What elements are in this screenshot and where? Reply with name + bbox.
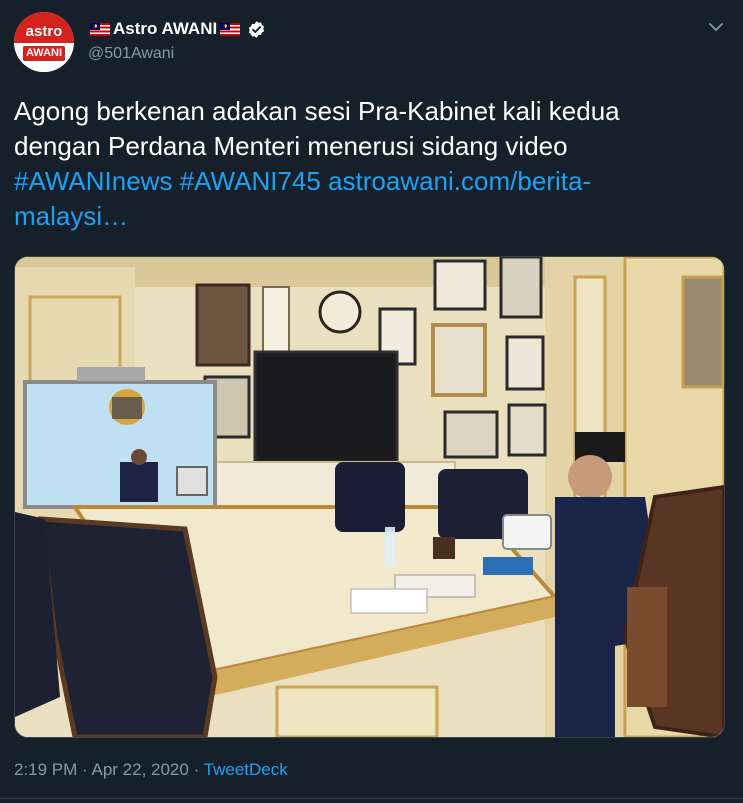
- user-handle[interactable]: @501Awani: [88, 45, 266, 63]
- malaysia-flag-icon: [220, 22, 241, 36]
- photo-illustration: [15, 257, 724, 737]
- display-name-row[interactable]: Astro AWANI: [88, 18, 266, 40]
- user-names: Astro AWANI @501Awani: [88, 18, 266, 63]
- chevron-down-icon[interactable]: [707, 18, 725, 36]
- separator: ·: [188, 760, 204, 779]
- tweet-photo[interactable]: [14, 256, 725, 738]
- tweet-text-line: dengan Perdana Menteri menerusi sidang v…: [14, 131, 568, 161]
- url-link[interactable]: astroawani.com/berita-: [328, 166, 591, 196]
- tweet-time[interactable]: 2:19 PM: [14, 760, 77, 779]
- separator: ·: [77, 760, 92, 779]
- avatar-bottom-text: AWANI: [22, 46, 66, 61]
- hashtag-link[interactable]: #AWANI745: [180, 166, 321, 196]
- malaysia-flag-icon: [90, 22, 110, 36]
- tweet-card: astro AWANI Astro AWANI @501Awani Agong …: [0, 0, 743, 803]
- url-link-continued[interactable]: malaysi…: [14, 201, 128, 231]
- avatar[interactable]: astro AWANI: [14, 12, 74, 72]
- verified-badge-icon: [247, 20, 266, 39]
- divider: [0, 798, 743, 799]
- tweet-meta: 2:19 PM · Apr 22, 2020 · TweetDeck: [14, 760, 288, 780]
- hashtag-link[interactable]: #AWANInews: [14, 166, 172, 196]
- tweet-text: Agong berkenan adakan sesi Pra-Kabinet k…: [14, 94, 714, 234]
- tweet-source-link[interactable]: TweetDeck: [204, 760, 288, 779]
- avatar-top-text: astro: [14, 12, 74, 43]
- tweet-text-line: Agong berkenan adakan sesi Pra-Kabinet k…: [14, 96, 620, 126]
- tweet-date[interactable]: Apr 22, 2020: [91, 760, 188, 779]
- tweet-header: astro AWANI Astro AWANI @501Awani: [14, 12, 729, 74]
- display-name[interactable]: Astro AWANI: [113, 19, 217, 39]
